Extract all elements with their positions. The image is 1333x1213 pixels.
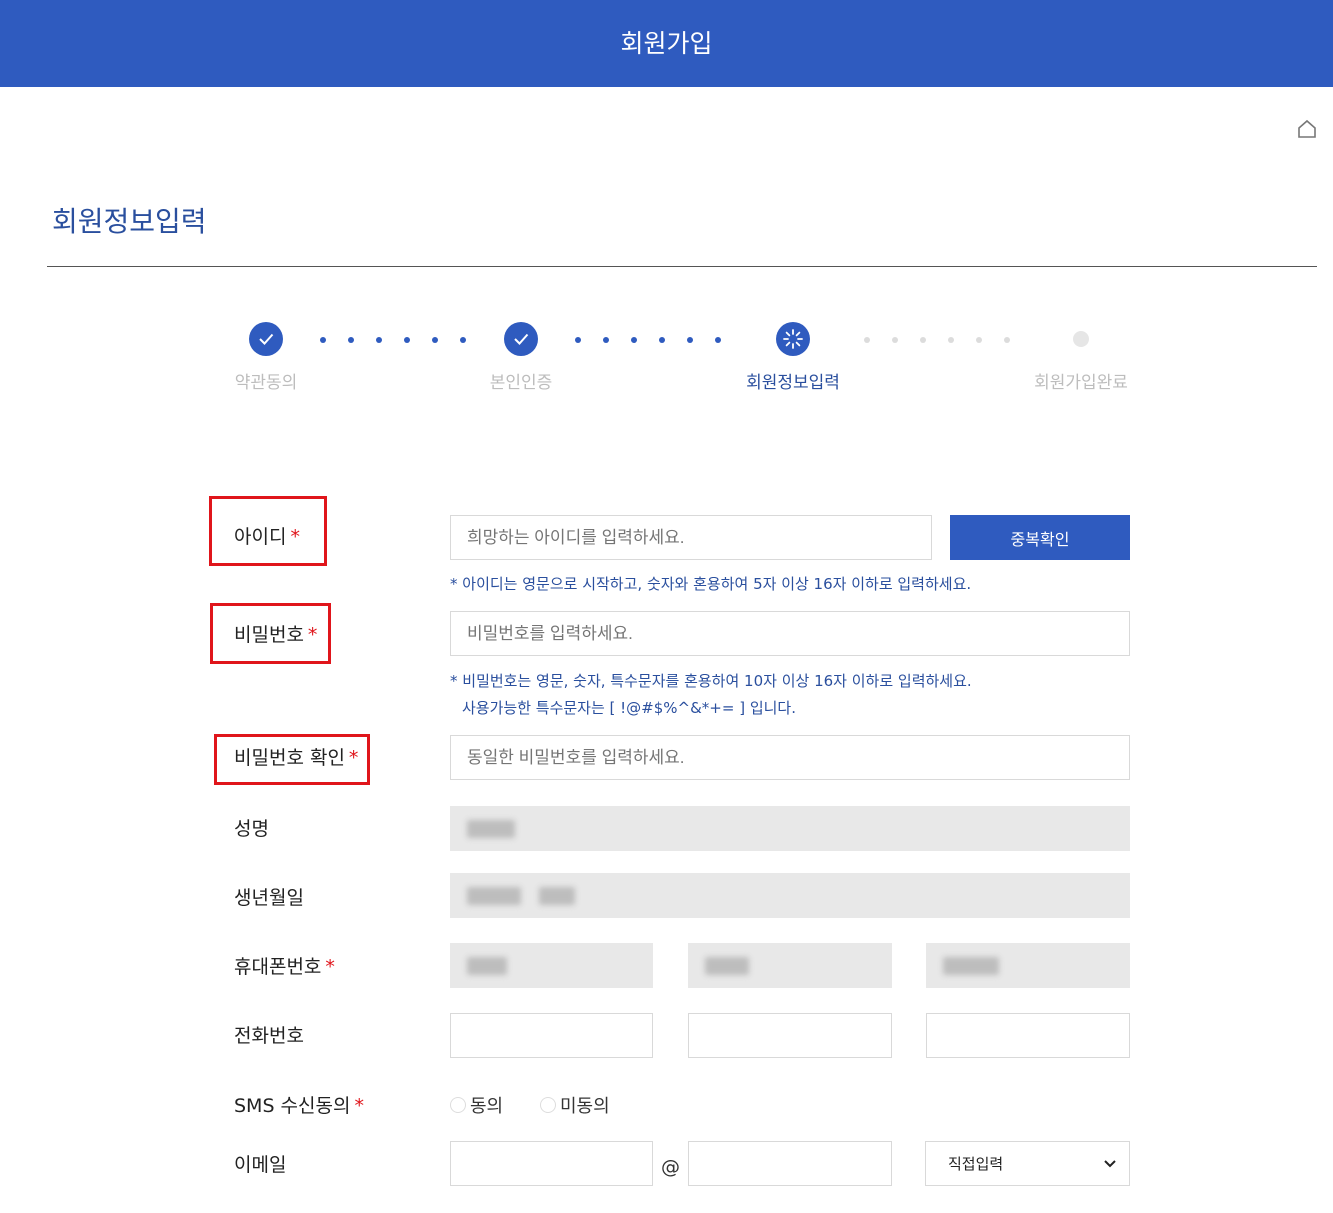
sms-agree-label: 동의 [470,1096,504,1117]
sms-label: SMS 수신동의 * [234,1095,364,1117]
home-icon[interactable] [1296,118,1318,140]
email-local-input[interactable] [450,1141,653,1186]
email-at-sign: @ [661,1156,680,1178]
check-icon [504,322,538,356]
id-help-text: * 아이디는 영문으로 시작하고, 숫자와 혼용하여 5자 이상 16자 이하로… [450,575,972,593]
step-label: 회원정보입력 [746,373,840,393]
email-label: 이메일 [234,1154,287,1176]
title-divider [47,266,1317,267]
password-label: 비밀번호 * [234,624,318,646]
step-connector [864,337,1010,343]
header-title: 회원가입 [620,29,713,58]
phone-part3-input[interactable] [926,1013,1130,1058]
step-label: 약관동의 [234,373,298,393]
duplicate-check-button[interactable]: 중복확인 [950,515,1130,560]
mobile-label: 휴대폰번호 * [234,956,335,978]
redacted-value [539,886,575,905]
step-connector [575,337,721,343]
dot-icon [1073,331,1089,347]
sms-disagree-label: 미동의 [560,1096,610,1117]
radio-circle[interactable] [450,1097,466,1113]
phone-part1-input[interactable] [450,1013,653,1058]
step-signup-complete: 회원가입완료 [1011,322,1151,393]
password-confirm-label: 비밀번호 확인 * [234,747,359,769]
check-icon [249,322,283,356]
email-domain-select[interactable]: 직접입력 [925,1141,1130,1186]
sms-disagree-radio[interactable]: 미동의 [540,1092,610,1118]
email-domain-input[interactable] [688,1141,892,1186]
name-field [450,806,1130,851]
name-label: 성명 [234,818,269,840]
password-help-text: * 비밀번호는 영문, 숫자, 특수문자를 혼용하여 10자 이상 16자 이하… [450,672,972,690]
email-domain-select-value: 직접입력 [948,1155,1004,1173]
password-special-chars-text: 사용가능한 특수문자는 [ !@#$%^&*+= ] 입니다. [462,699,796,717]
mobile-part3-field [926,943,1130,988]
top-header-bar: 회원가입 [0,0,1333,87]
redacted-value [467,819,515,838]
redacted-value [467,956,507,975]
mobile-part1-field [450,943,653,988]
password-input[interactable] [450,611,1130,656]
step-terms-agreement: 약관동의 [196,322,336,393]
redacted-value [467,886,521,905]
step-member-info: 회원정보입력 [723,322,863,393]
page-title: 회원정보입력 [52,205,207,238]
step-label: 회원가입완료 [1034,373,1128,393]
redacted-value [943,956,999,975]
id-input[interactable] [450,515,932,560]
loading-icon [776,322,810,356]
birth-field [450,873,1130,918]
sms-agree-radio[interactable]: 동의 [450,1092,503,1118]
step-label: 본인인증 [489,373,553,393]
password-confirm-input[interactable] [450,735,1130,780]
phone-label: 전화번호 [234,1025,304,1047]
mobile-part2-field [688,943,892,988]
redacted-value [705,956,749,975]
step-identity-verification: 본인인증 [451,322,591,393]
phone-part2-input[interactable] [688,1013,892,1058]
birth-label: 생년월일 [234,887,304,909]
step-connector [320,337,466,343]
chevron-down-icon [1103,1155,1117,1173]
radio-circle[interactable] [540,1097,556,1113]
id-label: 아이디 * [234,526,300,548]
